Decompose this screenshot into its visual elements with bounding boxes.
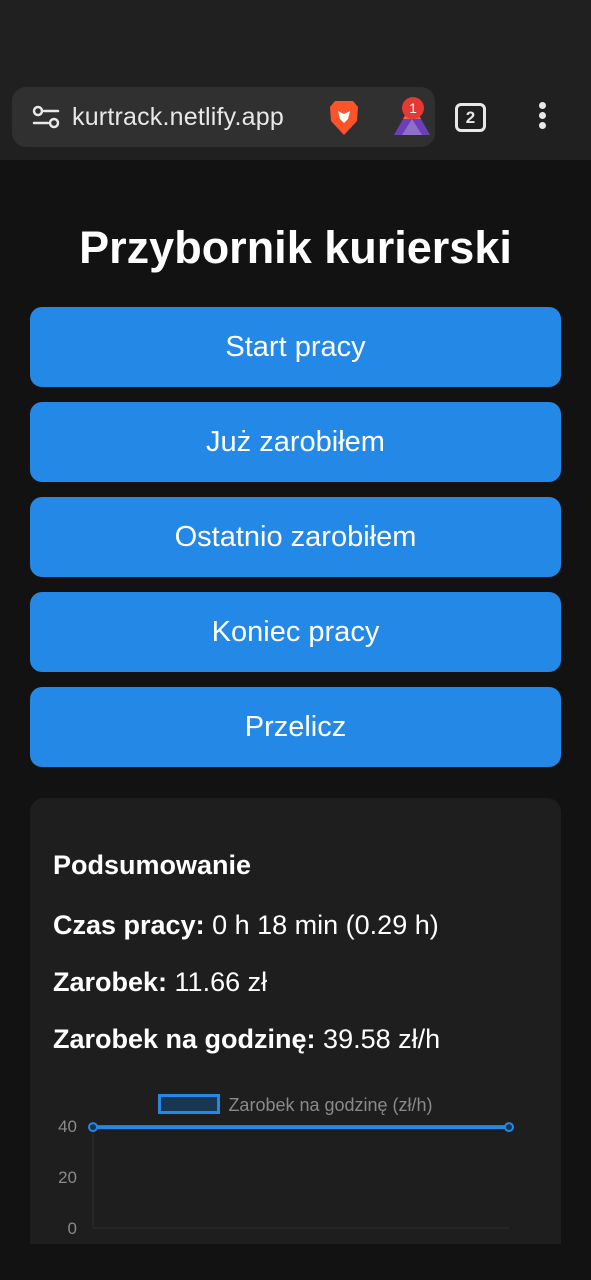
data-point[interactable] — [88, 1122, 98, 1133]
summary-title: Podsumowanie — [53, 850, 252, 880]
page-title: Przybornik kurierski — [79, 222, 512, 273]
legend-swatch — [158, 1094, 221, 1114]
earnings-row: Zarobek: 11.66 zł — [53, 967, 267, 998]
y-tick-label: 40 — [58, 1117, 77, 1136]
address-bar[interactable]: kurtrack.netlify.app — [12, 87, 435, 147]
more-menu-icon[interactable] — [530, 102, 554, 134]
summary-card: Podsumowanie Czas pracy: 0 h 18 min (0.2… — [30, 798, 561, 1258]
y-tick-label: 20 — [58, 1168, 77, 1187]
status-bar — [0, 0, 591, 78]
work-time-row: Czas pracy: 0 h 18 min (0.29 h) — [53, 910, 439, 941]
last-earned-button[interactable]: Ostatnio zarobiłem — [30, 497, 561, 577]
work-time-label: Czas pracy: — [53, 910, 205, 940]
brave-shields-icon[interactable] — [327, 99, 361, 137]
data-point[interactable] — [504, 1122, 514, 1133]
earnings-value: 11.66 zł — [174, 967, 268, 997]
tab-switcher-button[interactable]: 2 — [455, 103, 486, 132]
start-work-button[interactable]: Start pracy — [30, 307, 561, 387]
hourly-label: Zarobek na godzinę: — [53, 1024, 316, 1054]
bottom-edge — [0, 1244, 591, 1280]
hourly-value: 39.58 zł/h — [323, 1024, 441, 1054]
already-earned-button[interactable]: Już zarobiłem — [30, 402, 561, 482]
site-settings-icon[interactable] — [32, 105, 60, 129]
browser-toolbar: kurtrack.netlify.app 2 — [0, 78, 591, 160]
y-tick-label: 0 — [68, 1219, 77, 1238]
end-work-button[interactable]: Koniec pracy — [30, 592, 561, 672]
earnings-label: Zarobek: — [53, 967, 168, 997]
hourly-row: Zarobek na godzinę: 39.58 zł/h — [53, 1024, 440, 1055]
url-text[interactable]: kurtrack.netlify.app — [72, 103, 284, 132]
legend-label: Zarobek na godzinę (zł/h) — [228, 1095, 433, 1115]
work-time-value: 0 h 18 min (0.29 h) — [212, 910, 439, 940]
notification-badge: 1 — [402, 97, 424, 119]
chart-legend[interactable]: Zarobek na godzinę (zł/h) — [30, 1094, 561, 1116]
recalculate-button[interactable]: Przelicz — [30, 687, 561, 767]
hourly-earnings-chart: 40 20 0 — [58, 1117, 514, 1238]
